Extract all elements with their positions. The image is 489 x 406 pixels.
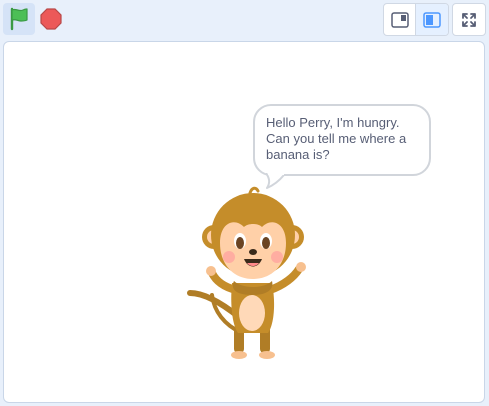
speech-bubble-line: Hello Perry, I'm hungry. — [266, 115, 400, 130]
speech-bubble-line: Can you tell me where a — [266, 131, 407, 146]
small-stage-icon — [390, 11, 409, 28]
stage-size-toggle — [383, 3, 449, 36]
large-stage-icon — [423, 11, 441, 28]
green-flag-icon — [10, 7, 28, 31]
small-stage-button[interactable] — [384, 4, 417, 35]
stop-sign-icon — [40, 8, 62, 30]
stop-button[interactable] — [37, 3, 65, 35]
speech-bubble-line: banana is? — [266, 147, 330, 162]
stage-toolbar — [0, 0, 489, 40]
green-flag-button[interactable] — [3, 3, 35, 35]
speech-bubble: Hello Perry, I'm hungry. Can you tell me… — [253, 104, 431, 176]
fullscreen-button[interactable] — [452, 3, 486, 36]
stage-canvas[interactable]: Hello Perry, I'm hungry. Can you tell me… — [3, 41, 485, 403]
fullscreen-icon — [462, 12, 476, 27]
large-stage-button[interactable] — [416, 4, 448, 35]
monkey-sprite[interactable] — [184, 185, 314, 363]
